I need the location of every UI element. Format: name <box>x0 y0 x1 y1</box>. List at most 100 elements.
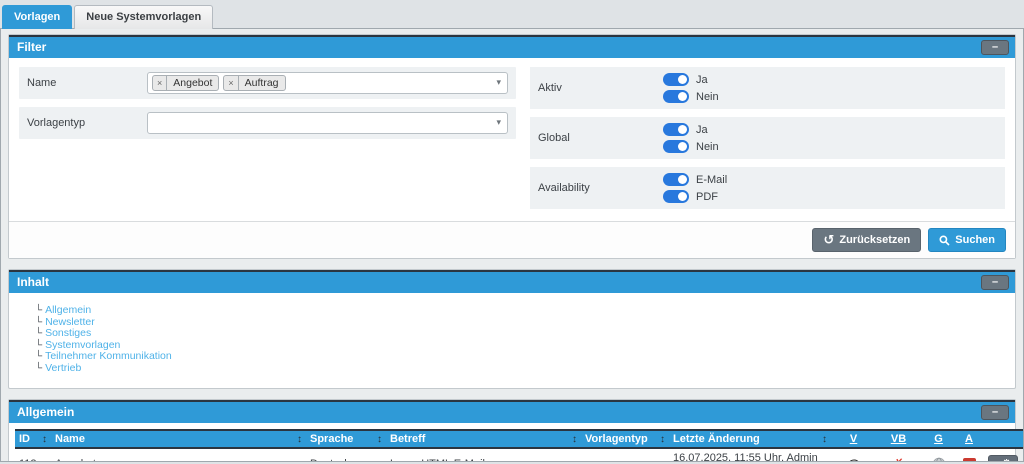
allgemein-panel-title: Allgemein <box>17 405 74 419</box>
availability-pdf-toggle[interactable] <box>663 190 689 203</box>
cell-actions: ·⚙ <box>982 448 1024 462</box>
list-item: └Newsletter <box>35 317 1005 329</box>
aktiv-nein-option: Nein <box>663 90 719 103</box>
tree-branch-icon: └ <box>35 317 42 328</box>
remove-tag-icon[interactable]: × <box>224 76 238 90</box>
tree-branch-icon: └ <box>35 363 42 374</box>
aktiv-label: Aktiv <box>538 82 663 94</box>
tree-branch-icon: └ <box>35 340 42 351</box>
column-header-name[interactable]: Name↕ <box>51 430 306 448</box>
remove-tag-icon[interactable]: × <box>153 76 167 90</box>
filter-panel-header: Filter – <box>9 35 1015 58</box>
row-actions-button[interactable]: ·⚙ <box>988 455 1019 463</box>
tag-label: Angebot <box>167 76 218 90</box>
availability-label: Availability <box>538 182 663 194</box>
aktiv-nein-toggle[interactable] <box>663 90 689 103</box>
inhalt-link-vertrieb[interactable]: Vertrieb <box>45 362 81 374</box>
search-button-label: Suchen <box>955 234 995 246</box>
column-header-v[interactable]: V <box>831 430 876 448</box>
list-item: └Teilnehmer Kommunikation <box>35 351 1005 363</box>
column-header-id[interactable]: ID↕ <box>15 430 51 448</box>
global-nein-toggle[interactable] <box>663 140 689 153</box>
column-header-betreff[interactable]: Betreff↕ <box>386 430 581 448</box>
availability-pdf-option: PDF <box>663 190 727 203</box>
name-tag-auftrag[interactable]: × Auftrag <box>223 75 285 91</box>
sort-icon: ↕ <box>297 434 302 445</box>
toggle-label: E-Mail <box>696 174 727 186</box>
aktiv-ja-toggle[interactable] <box>663 73 689 86</box>
vorlagentyp-select[interactable]: ▾ <box>147 112 508 134</box>
status-square-red <box>963 458 976 463</box>
name-tag-angebot[interactable]: × Angebot <box>152 75 219 91</box>
filter-group-aktiv: Aktiv Ja Nein <box>530 67 1005 109</box>
filter-group-availability: Availability E-Mail PDF <box>530 167 1005 209</box>
global-ja-option: Ja <box>663 123 719 136</box>
cell-a <box>956 448 982 462</box>
cell-v: @ <box>831 448 876 462</box>
tree-branch-icon: └ <box>35 305 42 316</box>
reset-icon: ↺ <box>823 235 834 245</box>
tree-branch-icon: └ <box>35 351 42 362</box>
list-item: └Allgemein <box>35 305 1005 317</box>
tab-vorlagen[interactable]: Vorlagen <box>2 5 72 29</box>
inhalt-link-teilnehmer-kommunikation[interactable]: Teilnehmer Kommunikation <box>45 350 172 362</box>
templates-table-wrap: ID↕ Name↕ Sprache↕ Betreff↕ Vorlagentyp↕… <box>9 423 1015 462</box>
global-nein-option: Nein <box>663 140 719 153</box>
table-header-row: ID↕ Name↕ Sprache↕ Betreff↕ Vorlagentyp↕… <box>15 430 1024 448</box>
inhalt-link-allgemein[interactable]: Allgemein <box>45 304 91 316</box>
sort-icon: ↕ <box>822 434 827 445</box>
sort-icon: ↕ <box>377 434 382 445</box>
aktiv-ja-option: Ja <box>663 73 719 86</box>
inhalt-collapse-button[interactable]: – <box>981 275 1009 290</box>
inhalt-panel-header: Inhalt – <box>9 270 1015 293</box>
list-item: └Vertrieb <box>35 363 1005 375</box>
tag-label: Auftrag <box>239 76 285 90</box>
gear-icon: ⚙ <box>1002 458 1012 463</box>
inhalt-link-systemvorlagen[interactable]: Systemvorlagen <box>45 339 120 351</box>
filter-footer: ↺ Zurücksetzen Suchen <box>9 221 1015 258</box>
allgemein-panel-header: Allgemein – <box>9 400 1015 423</box>
availability-email-option: E-Mail <box>663 173 727 186</box>
cell-g <box>921 448 956 462</box>
cell-letzte-aenderung: 16.07.2025, 11:55 Uhr, Admin celanio <box>669 448 831 462</box>
list-item: └Sonstiges <box>35 328 1005 340</box>
cell-vb: ✗ <box>876 448 921 462</box>
column-header-vorlagentyp[interactable]: Vorlagentyp↕ <box>581 430 669 448</box>
column-header-letzte-aenderung[interactable]: Letzte Änderung↕ <box>669 430 831 448</box>
table-row: 112 Angebot Deutsch Leere HTML E-Mail 16… <box>15 448 1024 462</box>
cell-betreff: Leere HTML E-Mail <box>386 448 581 462</box>
toggle-label: PDF <box>696 191 718 203</box>
cell-sprache: Deutsch <box>306 448 386 462</box>
column-header-sprache[interactable]: Sprache↕ <box>306 430 386 448</box>
cell-vorlagentyp <box>581 448 669 462</box>
filter-right-column: Aktiv Ja Nein Global <box>530 67 1005 217</box>
filter-body: Name × Angebot × Auftrag ▾ Vor <box>9 58 1015 221</box>
filter-panel-title: Filter <box>17 40 46 54</box>
filter-collapse-button[interactable]: – <box>981 40 1009 55</box>
column-header-a[interactable]: A <box>956 430 982 448</box>
allgemein-panel: Allgemein – ID↕ Name↕ Sprache↕ Betreff↕ … <box>8 399 1016 462</box>
search-button[interactable]: Suchen <box>928 228 1006 252</box>
filter-row-name: Name × Angebot × Auftrag ▾ <box>19 67 516 99</box>
column-header-vb[interactable]: VB <box>876 430 921 448</box>
dot-icon: · <box>995 460 998 463</box>
list-item: └Systemvorlagen <box>35 340 1005 352</box>
inhalt-link-sonstiges[interactable]: Sonstiges <box>45 327 91 339</box>
templates-table: ID↕ Name↕ Sprache↕ Betreff↕ Vorlagentyp↕… <box>15 429 1024 462</box>
allgemein-collapse-button[interactable]: – <box>981 405 1009 420</box>
search-icon <box>939 235 950 246</box>
tab-neue-systemvorlagen[interactable]: Neue Systemvorlagen <box>74 5 213 29</box>
inhalt-link-newsletter[interactable]: Newsletter <box>45 316 95 328</box>
filter-group-global: Global Ja Nein <box>530 117 1005 159</box>
reset-button[interactable]: ↺ Zurücksetzen <box>812 228 921 252</box>
cell-id: 112 <box>15 448 51 462</box>
cross-icon: ✗ <box>893 456 904 462</box>
vorlagentyp-filter-label: Vorlagentyp <box>27 117 147 129</box>
column-header-g[interactable]: G <box>921 430 956 448</box>
name-multiselect[interactable]: × Angebot × Auftrag ▾ <box>147 72 508 94</box>
availability-email-toggle[interactable] <box>663 173 689 186</box>
email-at-icon: @ <box>847 456 861 462</box>
global-ja-toggle[interactable] <box>663 123 689 136</box>
sort-icon: ↕ <box>42 434 47 445</box>
name-filter-label: Name <box>27 77 147 89</box>
